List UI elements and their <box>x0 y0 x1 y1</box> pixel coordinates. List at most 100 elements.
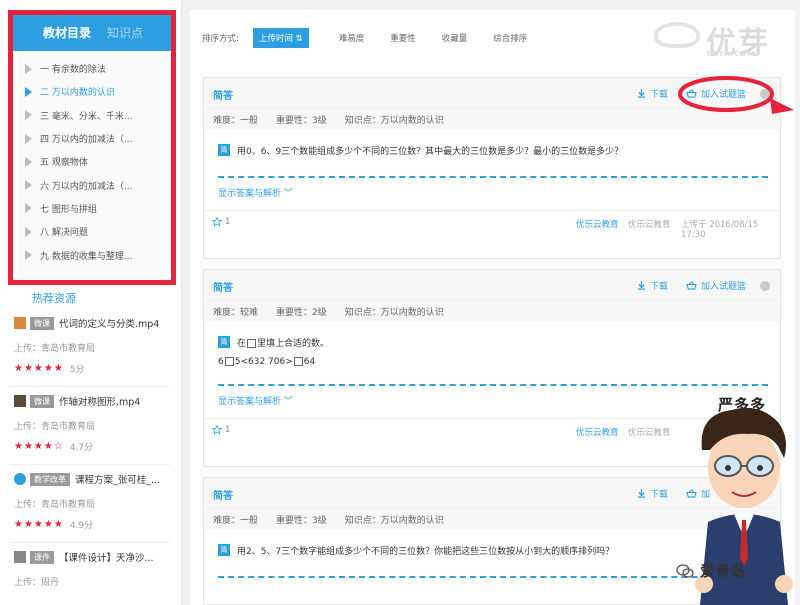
download-icon <box>637 489 646 498</box>
resource-name[interactable]: 代词的定义与分类.mp4 <box>59 316 159 330</box>
catalog-item[interactable]: 四 万以内的加减法（... <box>19 127 165 150</box>
catalog-item[interactable]: 三 毫米、分米、千米... <box>19 104 165 127</box>
knowledge-point: 知识点：万以内数的认识 <box>344 115 444 126</box>
tab-knowledge-points[interactable]: 知识点 <box>99 15 151 51</box>
catalog-item-label: 五 观察物体 <box>40 158 88 169</box>
catalog-item-label: 九 数据的收集与整理... <box>40 251 133 262</box>
rating-stars-icon: ★★★★☆ <box>14 441 64 452</box>
resource-rating: ★★★★★ 5分 <box>14 362 164 375</box>
sort-by-upload-time[interactable]: 上传时间 ⇅ <box>252 28 309 48</box>
hot-resources-title: 热荐资源 <box>32 292 76 305</box>
show-answer-link[interactable]: 显示答案与解析 ﹀ <box>218 394 293 407</box>
hot-resource-item[interactable]: 微课 作轴对称图形.mp4 上传：青岛市教育局 ★★★★☆ 4.7分 <box>14 394 164 453</box>
triangle-right-icon <box>25 133 32 144</box>
card-actions: 下载 加入试题篮 <box>619 279 770 292</box>
resource-title-row: 微课 代词的定义与分类.mp4 <box>14 316 164 330</box>
source-link[interactable]: 优乐云教育 <box>576 218 619 230</box>
info-icon[interactable] <box>760 280 770 291</box>
catalog-item-label: 六 万以内的加减法（... <box>40 181 133 192</box>
resource-name[interactable]: 课程方案_张可桂_... <box>75 472 160 486</box>
resource-name[interactable]: 【课件设计】天净沙... <box>59 550 154 564</box>
tab-textbook-catalog[interactable]: 教材目录 <box>13 15 99 51</box>
card-meta: 难度：较难 重要性：2级 知识点：万以内数的认识 <box>204 300 780 322</box>
download-button[interactable]: 下载 <box>637 279 668 292</box>
resource-title-row: 教学改革 课程方案_张可桂_... <box>14 472 164 486</box>
upload-time: 上传于 2016/08/15 17:30 <box>681 220 759 240</box>
sort-bar: 排序方式: 上传时间 ⇅ 难易度 重要性 收藏量 综合排序 <box>202 28 553 48</box>
question-subline: 6 5<632 706> 64 <box>218 357 316 367</box>
hot-resource-item[interactable]: 课件 【课件设计】天净沙... 上传：周丹 <box>14 550 164 588</box>
catalog-item[interactable]: 七 图形与拼组 <box>19 197 165 220</box>
catalog-item-label: 三 毫米、分米、千米... <box>40 111 133 122</box>
triangle-right-icon <box>25 110 32 121</box>
dashed-divider <box>218 384 768 386</box>
star-icon <box>212 217 222 227</box>
download-icon <box>637 281 646 290</box>
divider <box>10 386 170 387</box>
catalog-item[interactable]: 二 万以内数的认识 <box>19 80 165 103</box>
knowledge-point: 知识点：万以内数的认识 <box>344 515 444 526</box>
star-icon <box>212 425 222 435</box>
left-sidebar: 教材目录 知识点 一 有余数的除法二 万以内数的认识三 毫米、分米、千米... 四… <box>0 0 182 605</box>
resource-thumbnail-icon <box>14 395 26 407</box>
catalog-item[interactable]: 五 观察物体 <box>19 150 165 173</box>
question-content: 用2、5、7三个数字能组成多少个不同的三位数？你能把这些三位数按从小到大的顺序排… <box>237 547 615 557</box>
add-to-basket-button[interactable]: 加入试题篮 <box>686 279 746 292</box>
catalog-item-label: 四 万以内的加减法（... <box>40 135 133 146</box>
catalog-tabs: 教材目录 知识点 <box>13 15 171 51</box>
rating-score: 5分 <box>69 365 85 375</box>
resource-rating: ★★★★☆ 4.7分 <box>14 440 164 453</box>
watermark: 爱青岛 <box>676 560 745 581</box>
hot-resource-item[interactable]: 教学改革 课程方案_张可桂_... 上传：青岛市教育局 ★★★★★ 4.9分 <box>14 472 164 531</box>
resource-rating: ★★★★★ 4.9分 <box>14 518 164 531</box>
brand-logo: 优芽 YOYA.COM <box>636 18 796 61</box>
triangle-right-icon <box>25 226 32 237</box>
blank-box-icon <box>293 357 303 366</box>
sort-by-difficulty[interactable]: 难易度 <box>339 32 365 44</box>
question-type: 简答 <box>213 283 233 294</box>
resource-uploader: 上传：青岛市教育局 <box>14 422 96 432</box>
wechat-icon <box>676 563 694 578</box>
catalog-item[interactable]: 一 有余数的除法 <box>19 57 165 80</box>
question-type: 简答 <box>213 91 233 102</box>
source-text: 优乐云教育 <box>628 220 671 230</box>
blank-box-icon <box>247 339 257 348</box>
sort-by-importance[interactable]: 重要性 <box>390 32 416 44</box>
catalog-item-label: 八 解决问题 <box>40 228 88 239</box>
triangle-right-icon <box>25 250 32 261</box>
sort-by-favorites[interactable]: 收藏量 <box>442 32 468 44</box>
resource-name[interactable]: 作轴对称图形.mp4 <box>59 394 140 408</box>
show-answer-link[interactable]: 显示答案与解析 ﹀ <box>218 186 293 199</box>
rating-stars-icon: ★★★★★ <box>14 519 64 530</box>
card-body: 简 用0、6、9三个数能组成多少个不同的三位数？其中最大的三位数是多少？最小的三… <box>204 130 780 210</box>
source-link[interactable]: 优乐云教育 <box>576 426 619 438</box>
blank-box-icon <box>224 357 234 366</box>
rating-stars-icon: ★★★★★ <box>14 363 64 374</box>
catalog-item[interactable]: 六 万以内的加减法（... <box>19 173 165 196</box>
triangle-right-icon <box>25 63 32 74</box>
divider <box>10 542 170 543</box>
resource-uploader: 上传：青岛市教育局 <box>14 344 96 354</box>
triangle-right-icon <box>25 180 32 191</box>
favorite-button[interactable]: 1 <box>212 425 230 435</box>
source-text: 优乐云教育 <box>628 428 671 438</box>
resource-thumbnail-icon <box>14 317 26 329</box>
download-button[interactable]: 下载 <box>637 87 668 100</box>
catalog-item[interactable]: 九 数据的收集与整理... <box>19 243 165 266</box>
question-badge: 简 <box>218 544 230 556</box>
importance: 重要性：3级 <box>276 515 327 526</box>
download-button[interactable]: 下载 <box>637 487 668 500</box>
sort-comprehensive[interactable]: 综合排序 <box>493 32 527 44</box>
catalog-item-label: 七 图形与拼组 <box>40 204 97 215</box>
catalog-panel: 教材目录 知识点 一 有余数的除法二 万以内数的认识三 毫米、分米、千米... 四… <box>8 10 176 285</box>
hot-resource-item[interactable]: 微课 代词的定义与分类.mp4 上传：青岛市教育局 ★★★★★ 5分 <box>14 316 164 375</box>
question-badge: 简 <box>218 336 230 348</box>
difficulty: 难度：一般 <box>213 115 259 126</box>
question-content: 在里填上合适的数。 <box>237 339 330 349</box>
resource-uploader: 上传：青岛市教育局 <box>14 500 96 510</box>
importance: 重要性：3级 <box>276 115 327 126</box>
favorite-button[interactable]: 1 <box>212 217 230 227</box>
catalog-item[interactable]: 八 解决问题 <box>19 220 165 243</box>
importance: 重要性：2级 <box>276 307 327 318</box>
resource-thumbnail-icon <box>14 473 26 485</box>
